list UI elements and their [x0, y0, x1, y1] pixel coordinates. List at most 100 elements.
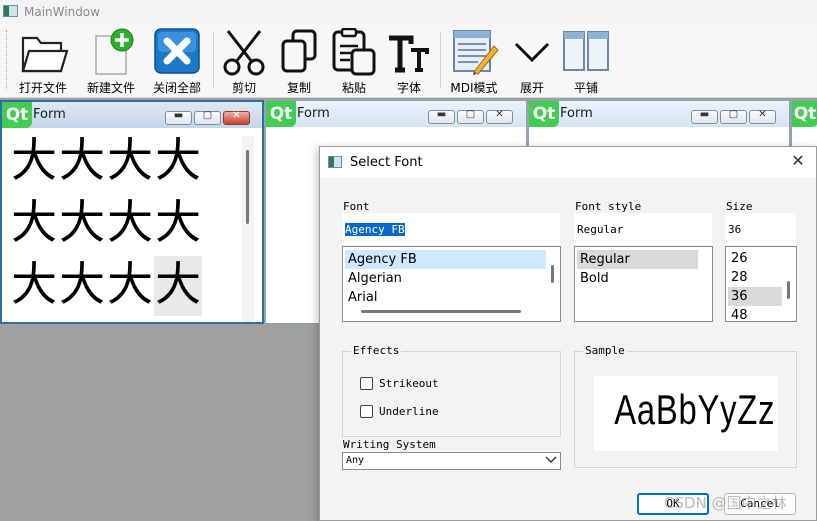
- font-style-list[interactable]: Regular Bold: [574, 246, 713, 322]
- minimize-button[interactable]: ▬: [691, 109, 718, 124]
- qt-logo-icon: Qt: [266, 101, 296, 127]
- font-button[interactable]: 字体: [383, 28, 435, 95]
- font-style-list-item[interactable]: Bold: [577, 269, 698, 288]
- font-size-vscroll-thumb[interactable]: [787, 281, 790, 299]
- font-label: 字体: [396, 81, 421, 95]
- paste-button[interactable]: 粘贴: [328, 28, 380, 95]
- subwindow-title: Form: [33, 107, 66, 122]
- writing-system-select[interactable]: Any: [342, 452, 561, 470]
- mdi-mode-button[interactable]: MDI模式: [445, 28, 503, 95]
- maximize-icon: ▢: [465, 109, 476, 120]
- font-icon: [389, 35, 429, 73]
- editor-vertical-scrollbar[interactable]: [242, 136, 254, 322]
- maximize-icon: ▢: [728, 109, 739, 120]
- sample-preview: AaBbYyZz: [594, 376, 778, 451]
- main-toolbar: 打开文件 新建文件 关闭全部 剪切 复制 粘贴 字体 MDI模式 展开 平铺: [0, 24, 817, 98]
- editor-glyph: 大: [59, 195, 105, 249]
- cut-label: 剪切: [231, 81, 256, 95]
- font-list-vscroll-thumb[interactable]: [551, 265, 554, 283]
- open-file-label: 打开文件: [18, 81, 67, 95]
- new-file-button[interactable]: 新建文件: [82, 28, 140, 95]
- dialog-title: Select Font: [350, 155, 423, 170]
- maximize-button[interactable]: ▢: [720, 109, 747, 124]
- scrollbar-thumb[interactable]: [246, 150, 249, 224]
- editor-glyph: 大: [155, 133, 201, 187]
- minimize-icon: ▬: [173, 110, 184, 121]
- editor-glyph: 大: [11, 257, 57, 311]
- sample-text: AaBbYyZz: [614, 386, 776, 433]
- font-size-input[interactable]: 36: [725, 213, 796, 245]
- copy-button[interactable]: 复制: [273, 28, 325, 95]
- font-size-list[interactable]: 26 28 36 48: [725, 246, 797, 322]
- font-style-input[interactable]: Regular: [574, 213, 712, 245]
- chevron-down-icon: [545, 456, 557, 463]
- watermark-text: CSDN @国中之林: [664, 494, 787, 512]
- editor-glyph: 大: [11, 195, 57, 249]
- close-button[interactable]: ✕: [223, 110, 250, 125]
- effects-caption: Effects: [351, 344, 402, 357]
- tile-windows-icon: [563, 31, 609, 71]
- font-name-value: Agency FB: [345, 223, 405, 236]
- strikeout-label[interactable]: Strikeout: [379, 377, 439, 390]
- tile-button[interactable]: 平铺: [560, 28, 612, 95]
- font-name-input[interactable]: Agency FB: [342, 213, 560, 245]
- font-list-item[interactable]: Agency FB: [345, 250, 546, 269]
- close-icon: ✕: [495, 109, 504, 120]
- subwindow-titlebar[interactable]: Qt Form ▬ ▢ ✕: [266, 101, 526, 127]
- sample-group: Sample AaBbYyZz: [574, 344, 797, 468]
- editor-glyph: 大: [11, 133, 57, 187]
- editor-glyph: 大: [107, 133, 153, 187]
- select-font-dialog: Select Font ✕ Font Agency FB Agency FB A…: [319, 146, 817, 521]
- maximize-button[interactable]: ▢: [457, 109, 484, 124]
- open-file-button[interactable]: 打开文件: [14, 28, 72, 95]
- expand-label: 展开: [519, 81, 544, 95]
- font-size-list-item[interactable]: 36: [728, 287, 782, 306]
- strikeout-checkbox[interactable]: [360, 377, 373, 390]
- dialog-titlebar[interactable]: Select Font ✕: [320, 147, 816, 178]
- font-style-list-item[interactable]: Regular: [577, 250, 698, 269]
- copy-icon: [281, 29, 317, 73]
- minimize-button[interactable]: ▬: [165, 110, 192, 125]
- toolbar-separator: [440, 32, 441, 88]
- font-list-hscroll-thumb[interactable]: [361, 310, 521, 313]
- dialog-close-button[interactable]: ✕: [788, 151, 808, 171]
- close-button[interactable]: ✕: [749, 109, 776, 124]
- paste-label: 粘贴: [341, 81, 366, 95]
- app-window-icon: [3, 5, 18, 17]
- main-titlebar: MainWindow: [0, 0, 817, 24]
- writing-system-caption: Writing System: [343, 438, 436, 451]
- new-file-icon: [95, 28, 134, 75]
- subwindow-titlebar[interactable]: Qt Form ▬ ▢ ✕: [529, 101, 789, 127]
- maximize-icon: ▢: [202, 110, 213, 121]
- underline-label[interactable]: Underline: [379, 405, 439, 418]
- qt-logo-icon: Qt: [2, 102, 32, 128]
- font-size-list-item[interactable]: 26: [728, 249, 782, 268]
- effects-group: Effects Strikeout Underline: [342, 344, 561, 437]
- subwindow-titlebar[interactable]: Qt: [792, 101, 817, 127]
- size-caption: Size: [726, 200, 753, 213]
- font-list-item[interactable]: Arial: [345, 288, 546, 307]
- font-size-list-item[interactable]: 28: [728, 268, 782, 287]
- font-style-value: Regular: [577, 223, 624, 236]
- close-all-icon: [154, 28, 200, 74]
- maximize-button[interactable]: ▢: [194, 110, 221, 125]
- editor-glyph: 大: [154, 256, 202, 316]
- editor-glyph: 大: [155, 195, 201, 249]
- font-size-list-item[interactable]: 48: [728, 306, 782, 321]
- subwindow-titlebar[interactable]: Qt Form ▬ ▢ ✕: [2, 102, 262, 128]
- close-button[interactable]: ✕: [486, 109, 513, 124]
- editor-glyph: 大: [59, 133, 105, 187]
- mdi-mode-label: MDI模式: [450, 81, 498, 95]
- expand-button[interactable]: 展开: [506, 28, 558, 95]
- toolbar-grip[interactable]: [6, 30, 9, 90]
- underline-checkbox[interactable]: [360, 405, 373, 418]
- font-size-value: 36: [728, 223, 742, 236]
- font-list[interactable]: Agency FB Algerian Arial: [342, 246, 561, 322]
- subwindow-1[interactable]: Qt Form ▬ ▢ ✕ 大大大大大大大大大大大大: [0, 100, 264, 324]
- cut-button[interactable]: 剪切: [218, 28, 270, 95]
- minimize-button[interactable]: ▬: [428, 109, 455, 124]
- qt-logo-icon: Qt: [529, 101, 559, 127]
- editor-glyph: 大: [59, 257, 105, 311]
- close-all-button[interactable]: 关闭全部: [148, 28, 206, 95]
- font-list-item[interactable]: Algerian: [345, 269, 546, 288]
